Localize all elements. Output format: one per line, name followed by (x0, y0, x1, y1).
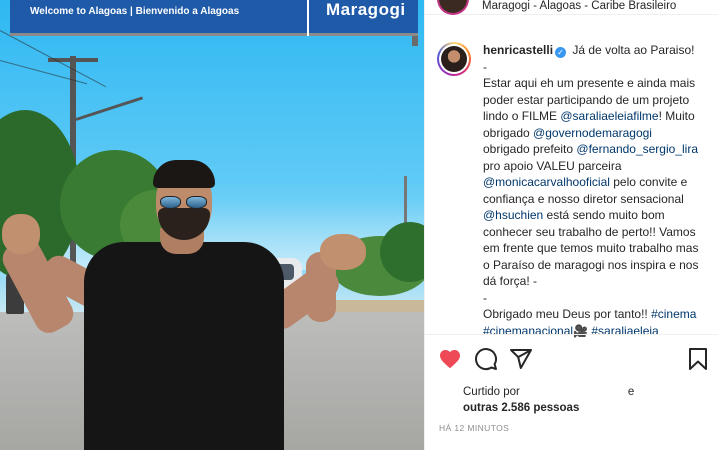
caption-text: - (483, 290, 487, 305)
likes-line-2: outras 2.586 pessoas (463, 400, 634, 416)
caption-text: dá força! - (483, 274, 538, 288)
post-actions: Curtido por e outras 2.586 pessoas HÁ 12 … (425, 334, 718, 448)
comment-icon[interactable] (474, 347, 498, 371)
caption-text: em frente que temos muito trabalho mas (483, 241, 699, 255)
hair (153, 160, 215, 188)
caption-line: - (483, 59, 709, 76)
caption-mention-link[interactable]: @monicacarvalhooficial (483, 175, 610, 189)
avatar-ring-inner (439, 44, 469, 74)
post-header: Maragogi - Alagoas - Caribe Brasileiro (425, 0, 718, 15)
sunglasses-lens (186, 196, 207, 209)
caption-line: Estar aqui eh um presente e ainda mais (483, 75, 709, 92)
share-icon[interactable] (509, 347, 533, 371)
post-photo[interactable]: Welcome to Alagoas | Bienvenido a Alagoa… (0, 0, 424, 450)
comments-section[interactable]: henricastelli ✓ Já de volta ao Paraiso! -… (425, 34, 718, 338)
caption-text: pro apoio VALEU parceira (483, 158, 622, 173)
caption-line: - (483, 290, 709, 307)
likes-summary: Curtido por e outras 2.586 pessoas (463, 384, 634, 416)
heart-icon[interactable] (438, 347, 462, 371)
right-hand (320, 234, 366, 270)
caption-line: obrigado prefeito @fernando_sergio_lira (483, 141, 709, 158)
caption-text: lindo o FILME (483, 109, 561, 123)
caption-line: poder estar participando de um projeto (483, 92, 709, 109)
avatar-photo (441, 46, 467, 72)
sunglasses-lens (160, 196, 181, 209)
caption-text: conhecer seu trabalho de perto!! Vamos (483, 224, 696, 239)
caption-text: está sendo muito bom (543, 208, 665, 222)
welcome-sign: Welcome to Alagoas | Bienvenido a Alagoa… (10, 0, 418, 36)
post-location[interactable]: Maragogi - Alagoas - Caribe Brasileiro (482, 0, 676, 12)
caption-line: o Paraíso de maragogi nos inspira e nos (483, 257, 709, 274)
author-avatar[interactable] (437, 0, 469, 15)
caption-mention-link[interactable]: @saraliaeleiafilme (560, 109, 658, 123)
sign-city-name: Maragogi (326, 0, 406, 19)
caption-line: conhecer seu trabalho de perto!! Vamos (483, 224, 709, 241)
caption-line: Obrigado meu Deus por tanto!! #cinema (483, 306, 709, 323)
caption-line: @monicacarvalhooficial pelo convite e (483, 174, 709, 191)
caption-line: @hsuchien está sendo muito bom (483, 207, 709, 224)
caption-line: obrigado @governodemaragogi (483, 125, 709, 142)
caption-line: confiança e nosso diretor sensacional (483, 191, 709, 208)
caption-mention-link[interactable]: @fernando_sergio_lira (576, 142, 698, 156)
sign-post (412, 36, 418, 46)
caption-text: o Paraíso de maragogi nos inspira e nos (483, 257, 699, 272)
likes-connector: e (627, 386, 635, 398)
caption-text: Já de volta ao Paraiso! (572, 43, 695, 57)
black-tshirt (84, 242, 284, 450)
post-side-panel: Maragogi - Alagoas - Caribe Brasileiro h… (424, 0, 718, 450)
caption-text: obrigado prefeito (483, 142, 577, 156)
caption-line: lindo o FILME @saraliaeleiafilme! Muito (483, 108, 709, 125)
caption-line: Já de volta ao Paraiso! (569, 43, 694, 57)
sign-welcome-text: Welcome to Alagoas | Bienvenido a Alagoa… (30, 6, 240, 17)
caption-line: em frente que temos muito trabalho mas (483, 240, 709, 257)
verified-badge-icon: ✓ (555, 47, 567, 58)
caption-line: dá força! - (483, 273, 709, 290)
likes-count-link[interactable]: outras 2.586 pessoas (463, 402, 579, 414)
caption-username[interactable]: henricastelli (483, 43, 553, 57)
caption-text: - (483, 59, 487, 74)
caption-line: pro apoio VALEU parceira (483, 158, 709, 175)
likes-line-1: Curtido por e (463, 384, 634, 400)
caption-mention-link[interactable]: @hsuchien (483, 208, 543, 222)
sign-divider (307, 0, 309, 36)
sunglasses (160, 196, 208, 209)
caption-first-line: henricastelli ✓ Já de volta ao Paraiso! (483, 42, 709, 59)
caption-body: - Estar aqui eh um presente e ainda mais p… (483, 59, 709, 340)
caption-text: poder estar participando de um projeto (483, 92, 690, 107)
caption-text: Obrigado meu Deus por tanto!! (483, 307, 652, 321)
caption-text: pelo convite e (609, 175, 688, 189)
bookmark-icon[interactable] (686, 347, 710, 371)
caption-mention-link[interactable]: @governodemaragogi (533, 126, 652, 140)
caption-text: obrigado (483, 125, 534, 140)
post-timestamp[interactable]: HÁ 12 MINUTOS (439, 423, 509, 433)
post-caption: henricastelli ✓ Já de volta ao Paraiso! -… (483, 42, 709, 339)
caption-text: Estar aqui eh um presente e ainda mais (483, 76, 696, 90)
caption-text: confiança e nosso diretor sensacional (483, 191, 684, 206)
likes-prefix: Curtido por (463, 386, 520, 398)
left-hand (2, 214, 40, 254)
caption-author-avatar[interactable] (437, 42, 471, 76)
caption-mention-link[interactable]: #cinema (651, 307, 696, 321)
caption-text: ! Muito (658, 109, 695, 123)
street-lamp-arm (75, 96, 144, 121)
